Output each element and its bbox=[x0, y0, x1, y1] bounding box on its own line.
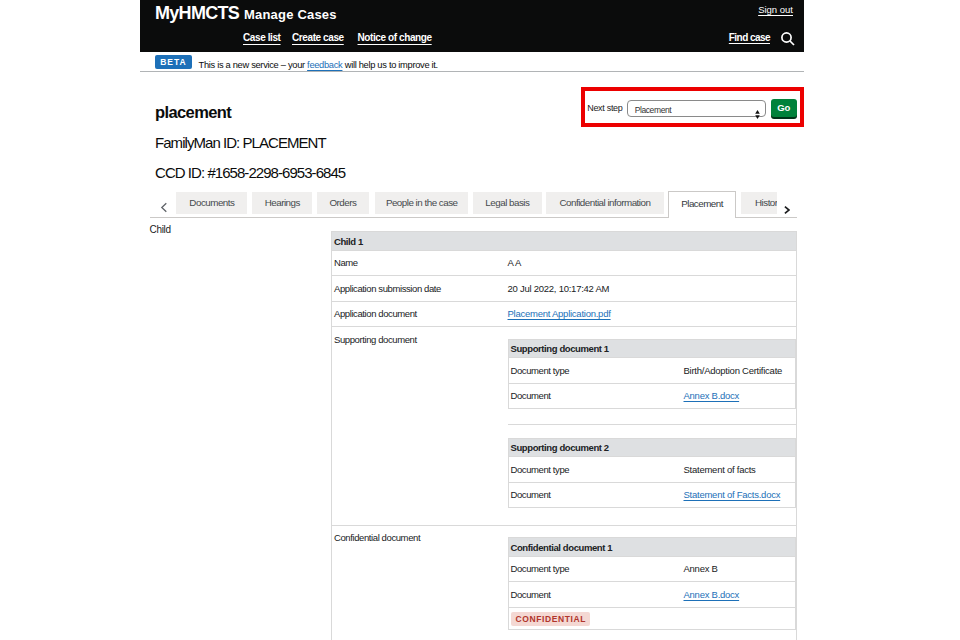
table-row: Name A A bbox=[332, 250, 796, 276]
row-label: Document type bbox=[508, 556, 682, 582]
table-row: Document Statement of Facts.docx bbox=[508, 482, 796, 508]
row-label: Document bbox=[508, 482, 682, 508]
nested-collection-cell: Confidential document 1 Document type An… bbox=[506, 525, 797, 640]
table-header-row: Supporting document 2 bbox=[508, 438, 796, 457]
row-label: Confidential document bbox=[332, 525, 506, 640]
case-table: Child 1 Name A A Application submission … bbox=[332, 232, 796, 640]
case-title: placement bbox=[155, 104, 231, 121]
tab-orders[interactable]: Orders bbox=[317, 192, 369, 214]
row-label: Application submission date bbox=[332, 276, 506, 302]
app-container: MyHMCTS Manage Cases Sign out Case list … bbox=[140, 0, 804, 640]
next-step-label: Next step bbox=[587, 104, 622, 113]
table-row: Document Annex B.docx bbox=[508, 383, 796, 409]
table-row: Document type Annex B bbox=[508, 556, 796, 582]
row-label: Document bbox=[508, 582, 682, 608]
tab-hearings[interactable]: Hearings bbox=[252, 192, 312, 214]
phase-banner: BETA This is a new service – your feedba… bbox=[140, 52, 804, 72]
ccd-id: CCD ID: #1658-2298-6953-6845 bbox=[155, 165, 345, 180]
row-value: Annex B bbox=[682, 556, 796, 582]
beta-tag: BETA bbox=[155, 55, 192, 69]
page: MyHMCTS Manage Cases Sign out Case list … bbox=[0, 0, 960, 640]
confidential-document-1-table: Confidential document 1 Document type An… bbox=[508, 537, 797, 630]
collection-title: Supporting document 2 bbox=[508, 438, 796, 457]
supporting-document-2-link[interactable]: Statement of Facts.docx bbox=[684, 489, 781, 500]
field-label-child: Child bbox=[150, 225, 171, 235]
tabs-scroll-right-icon[interactable] bbox=[784, 200, 790, 218]
nav-notice-of-change[interactable]: Notice of change bbox=[358, 33, 432, 43]
table-row: Supporting document Supporting document … bbox=[332, 327, 796, 526]
collection-title: Confidential document 1 bbox=[508, 538, 796, 557]
table-row: Application document Placement Applicati… bbox=[332, 301, 796, 327]
nested-collection-cell: Supporting document 1 Document type Birt… bbox=[506, 327, 797, 526]
row-label: Name bbox=[332, 250, 506, 276]
sign-out-link[interactable]: Sign out bbox=[758, 5, 793, 15]
row-value: A A bbox=[506, 250, 797, 276]
table-title: Child 1 bbox=[332, 232, 796, 250]
brand-logo[interactable]: MyHMCTS bbox=[155, 4, 239, 22]
table-row: Document type Statement of facts bbox=[508, 457, 796, 483]
table-header-row: Child 1 bbox=[332, 232, 796, 250]
tabs-scroll-left-icon[interactable] bbox=[160, 199, 168, 217]
nav-create-case[interactable]: Create case bbox=[292, 33, 344, 43]
badge-cell: CONFIDENTIAL bbox=[508, 607, 796, 630]
confidential-document-1-link[interactable]: Annex B.docx bbox=[684, 589, 740, 600]
row-label: Supporting document bbox=[332, 327, 506, 526]
table-row: Document Annex B.docx bbox=[508, 582, 796, 608]
tab-documents[interactable]: Documents bbox=[176, 192, 247, 214]
phase-text-before: This is a new service – your bbox=[199, 60, 308, 70]
row-value: 20 Jul 2022, 10:17:42 AM bbox=[506, 276, 797, 302]
row-label: Document type bbox=[508, 358, 682, 384]
next-step-selected-value: Placement bbox=[635, 106, 672, 115]
supporting-document-1-table: Supporting document 1 Document type Birt… bbox=[508, 339, 797, 410]
next-step-highlight-box: Next step Placement Go bbox=[581, 87, 804, 127]
row-label: Document bbox=[508, 383, 682, 409]
next-step-select[interactable]: Placement bbox=[627, 100, 766, 117]
go-button[interactable]: Go bbox=[771, 99, 797, 118]
nav-case-list[interactable]: Case list bbox=[243, 33, 281, 43]
row-value: Annex B.docx bbox=[682, 383, 796, 409]
row-value: Placement Application.pdf bbox=[506, 301, 797, 327]
application-document-link[interactable]: Placement Application.pdf bbox=[508, 308, 611, 319]
phase-text-after: will help us to improve it. bbox=[342, 60, 437, 70]
table-row: CONFIDENTIAL bbox=[508, 607, 796, 630]
phase-banner-text: This is a new service – your feedback wi… bbox=[199, 60, 438, 70]
table-header-row: Confidential document 1 bbox=[508, 538, 796, 557]
tab-legal-basis[interactable]: Legal basis bbox=[473, 192, 542, 214]
feedback-link[interactable]: feedback bbox=[307, 60, 342, 70]
nav-find-case[interactable]: Find case bbox=[729, 33, 770, 43]
tab-history-clipped[interactable]: History bbox=[741, 192, 777, 214]
supporting-document-1-link[interactable]: Annex B.docx bbox=[684, 390, 740, 401]
masthead: MyHMCTS Manage Cases Sign out Case list … bbox=[140, 0, 804, 52]
table-header-row: Supporting document 1 bbox=[508, 339, 796, 358]
tab-history-label: History bbox=[741, 192, 777, 214]
case-details-table: Child 1 Name A A Application submission … bbox=[331, 231, 797, 640]
tab-people-in-the-case[interactable]: People in the case bbox=[375, 192, 468, 214]
search-icon[interactable] bbox=[780, 31, 796, 47]
service-name[interactable]: Manage Cases bbox=[244, 8, 337, 21]
row-value: Birth/Adoption Certificate bbox=[682, 358, 796, 384]
table-row: Document type Birth/Adoption Certificate bbox=[508, 358, 796, 384]
table-row: Confidential document Confidential docum… bbox=[332, 525, 796, 640]
tab-placement-active[interactable]: Placement bbox=[668, 191, 736, 218]
confidential-badge: CONFIDENTIAL bbox=[511, 612, 590, 626]
familyman-id: FamilyMan ID: PLACEMENT bbox=[155, 135, 326, 150]
row-label: Application document bbox=[332, 301, 506, 327]
collection-title: Supporting document 1 bbox=[508, 339, 796, 358]
row-value: Annex B.docx bbox=[682, 582, 796, 608]
row-value: Statement of facts bbox=[682, 457, 796, 483]
tab-confidential-information[interactable]: Confidential information bbox=[546, 192, 664, 214]
row-value: Statement of Facts.docx bbox=[682, 482, 796, 508]
supporting-document-2-table: Supporting document 2 Document type Stat… bbox=[508, 438, 797, 509]
collection-divider bbox=[508, 424, 797, 425]
row-label: Document type bbox=[508, 457, 682, 483]
table-row: Application submission date 20 Jul 2022,… bbox=[332, 276, 796, 302]
select-spinner-icon bbox=[755, 105, 760, 114]
